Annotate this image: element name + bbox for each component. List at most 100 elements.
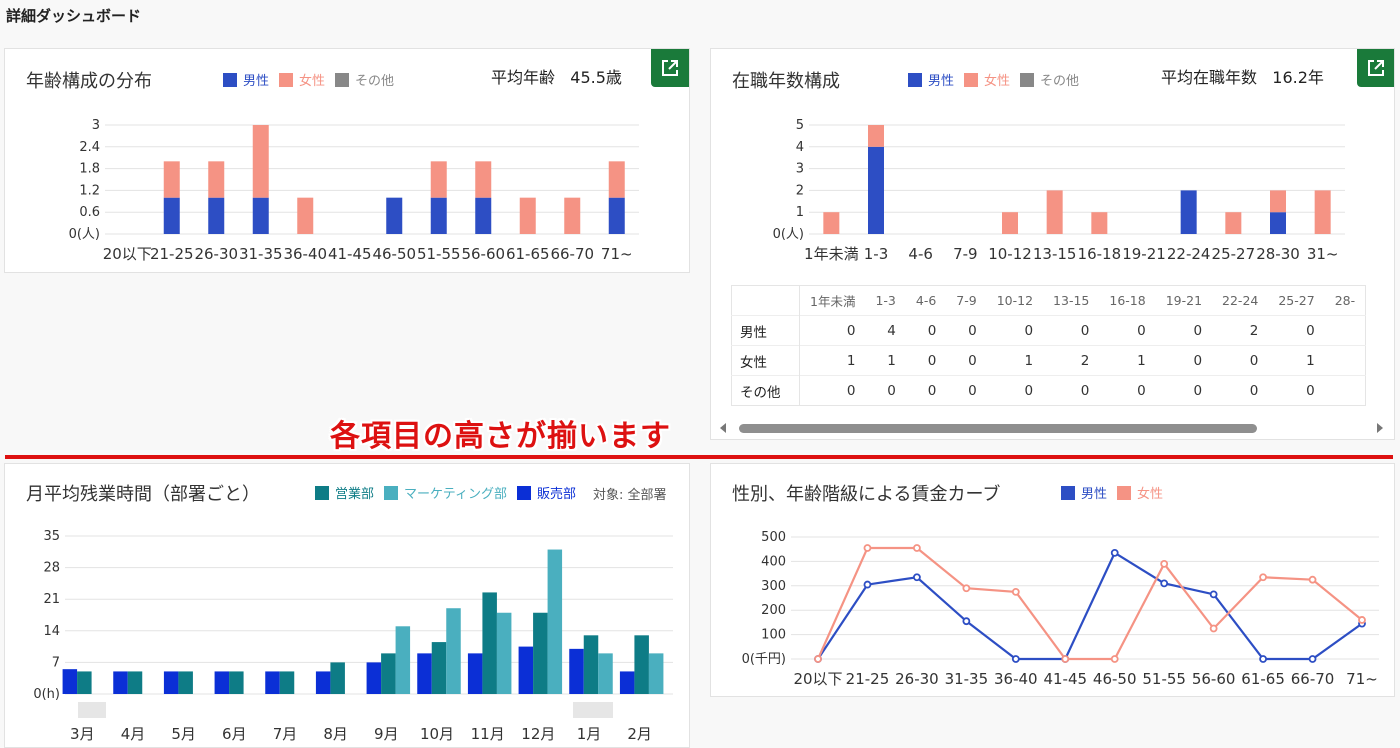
scrollbar-thumb[interactable] — [739, 424, 1257, 433]
bar-販売部[interactable] — [62, 669, 78, 694]
bar-女性[interactable] — [1314, 190, 1331, 234]
bar-女性[interactable] — [1046, 190, 1063, 234]
bar-女性[interactable] — [297, 197, 314, 234]
point-女性[interactable] — [814, 655, 822, 663]
point-女性[interactable] — [1160, 559, 1169, 568]
bar-女性[interactable] — [1270, 190, 1286, 213]
bar-販売部[interactable] — [214, 671, 230, 694]
bar-営業部[interactable] — [634, 635, 649, 694]
bar-営業部[interactable] — [77, 671, 92, 694]
point-男性[interactable] — [1011, 655, 1020, 663]
bar-男性[interactable] — [163, 197, 180, 234]
x-tick-label: 12月 — [521, 725, 555, 743]
point-男性[interactable] — [913, 573, 921, 582]
bar-女性[interactable] — [608, 161, 625, 198]
range-handle-end[interactable] — [573, 702, 613, 718]
x-tick-label: 25-27 — [1212, 245, 1256, 263]
table-cell: 0 — [887, 382, 896, 399]
line-男性[interactable] — [817, 551, 1363, 661]
bar-女性[interactable] — [823, 212, 840, 234]
scroll-right-icon[interactable] — [1377, 423, 1383, 433]
point-女性[interactable] — [913, 544, 921, 552]
bar-営業部[interactable] — [229, 671, 244, 694]
bar-マーケティング部[interactable] — [547, 549, 563, 694]
bar-マーケティング部[interactable] — [446, 608, 461, 694]
bar-男性[interactable] — [386, 197, 403, 234]
table-header-cell: 25-27 — [1268, 285, 1325, 316]
point-男性[interactable] — [1110, 548, 1119, 557]
bar-男性[interactable] — [208, 197, 225, 234]
bar-販売部[interactable] — [467, 653, 483, 694]
point-女性[interactable] — [1110, 655, 1119, 663]
bar-営業部[interactable] — [583, 635, 599, 694]
y-tick-label: 100 — [761, 628, 786, 643]
bar-男性[interactable] — [608, 197, 625, 234]
table-cell: 1 — [887, 352, 896, 369]
bar-営業部[interactable] — [381, 653, 396, 694]
point-女性[interactable] — [1358, 616, 1366, 624]
point-男性[interactable] — [1259, 655, 1267, 663]
bar-マーケティング部[interactable] — [496, 612, 512, 694]
point-女性[interactable] — [1308, 575, 1317, 584]
x-tick-label: 61-65 — [1241, 670, 1285, 688]
bar-営業部[interactable] — [279, 671, 295, 694]
table-cell: 1 — [1306, 352, 1315, 369]
annotation-banner: 各項目の高さが揃います — [330, 419, 671, 454]
scroll-left-icon[interactable] — [720, 423, 726, 433]
y-tick-label: 2 — [796, 183, 804, 198]
bar-女性[interactable] — [1002, 212, 1018, 234]
range-handle-start[interactable] — [78, 702, 106, 718]
point-女性[interactable] — [962, 584, 971, 593]
bar-営業部[interactable] — [178, 671, 193, 694]
point-女性[interactable] — [1209, 624, 1218, 633]
point-男性[interactable] — [1160, 579, 1169, 588]
bar-男性[interactable] — [430, 197, 447, 234]
bar-営業部[interactable] — [330, 662, 345, 694]
point-女性[interactable] — [1259, 573, 1267, 582]
bar-販売部[interactable] — [417, 653, 432, 694]
bar-女性[interactable] — [208, 161, 225, 198]
bar-女性[interactable] — [430, 161, 447, 198]
bar-マーケティング部[interactable] — [395, 626, 411, 694]
bar-販売部[interactable] — [113, 671, 128, 694]
x-tick-label: 71~ — [1346, 670, 1378, 688]
bar-マーケティング部[interactable] — [648, 653, 664, 694]
y-tick-label: 400 — [761, 554, 786, 569]
x-tick-label: 10月 — [420, 725, 454, 743]
bar-販売部[interactable] — [265, 671, 280, 694]
point-男性[interactable] — [863, 580, 872, 589]
bar-女性[interactable] — [252, 125, 269, 198]
point-男性[interactable] — [962, 617, 971, 626]
bar-男性[interactable] — [1180, 190, 1197, 234]
tenure-table-scroll-area[interactable]: 1年未満 1-3 4-6 7-9 10-12 13-15 16-18 19-21 22-24 25… — [731, 285, 1394, 407]
bar-女性[interactable] — [1225, 212, 1242, 234]
bar-マーケティング部[interactable] — [598, 653, 613, 694]
bar-女性[interactable] — [868, 125, 884, 147]
bar-営業部[interactable] — [127, 671, 143, 694]
bar-販売部[interactable] — [315, 671, 331, 694]
point-女性[interactable] — [1011, 588, 1020, 596]
bar-男性[interactable] — [868, 146, 884, 234]
bar-販売部[interactable] — [619, 671, 635, 694]
point-女性[interactable] — [1061, 655, 1070, 663]
bar-女性[interactable] — [519, 197, 536, 234]
bar-女性[interactable] — [564, 197, 581, 234]
point-女性[interactable] — [863, 544, 872, 552]
bar-営業部[interactable] — [533, 612, 548, 694]
point-男性[interactable] — [1308, 655, 1317, 663]
bar-女性[interactable] — [163, 161, 180, 198]
bar-女性[interactable] — [1091, 212, 1108, 234]
bar-営業部[interactable] — [431, 642, 447, 694]
bar-販売部[interactable] — [163, 671, 179, 694]
point-男性[interactable] — [1209, 590, 1218, 599]
bar-女性[interactable] — [475, 161, 492, 198]
bar-販売部[interactable] — [518, 646, 534, 694]
bar-販売部[interactable] — [569, 648, 584, 694]
bar-男性[interactable] — [475, 197, 492, 234]
bar-男性[interactable] — [252, 197, 269, 234]
y-tick-label: 3 — [92, 118, 100, 133]
bar-営業部[interactable] — [482, 592, 497, 694]
horizontal-scrollbar[interactable] — [711, 419, 1393, 437]
bar-男性[interactable] — [1270, 212, 1286, 234]
bar-販売部[interactable] — [366, 662, 382, 694]
